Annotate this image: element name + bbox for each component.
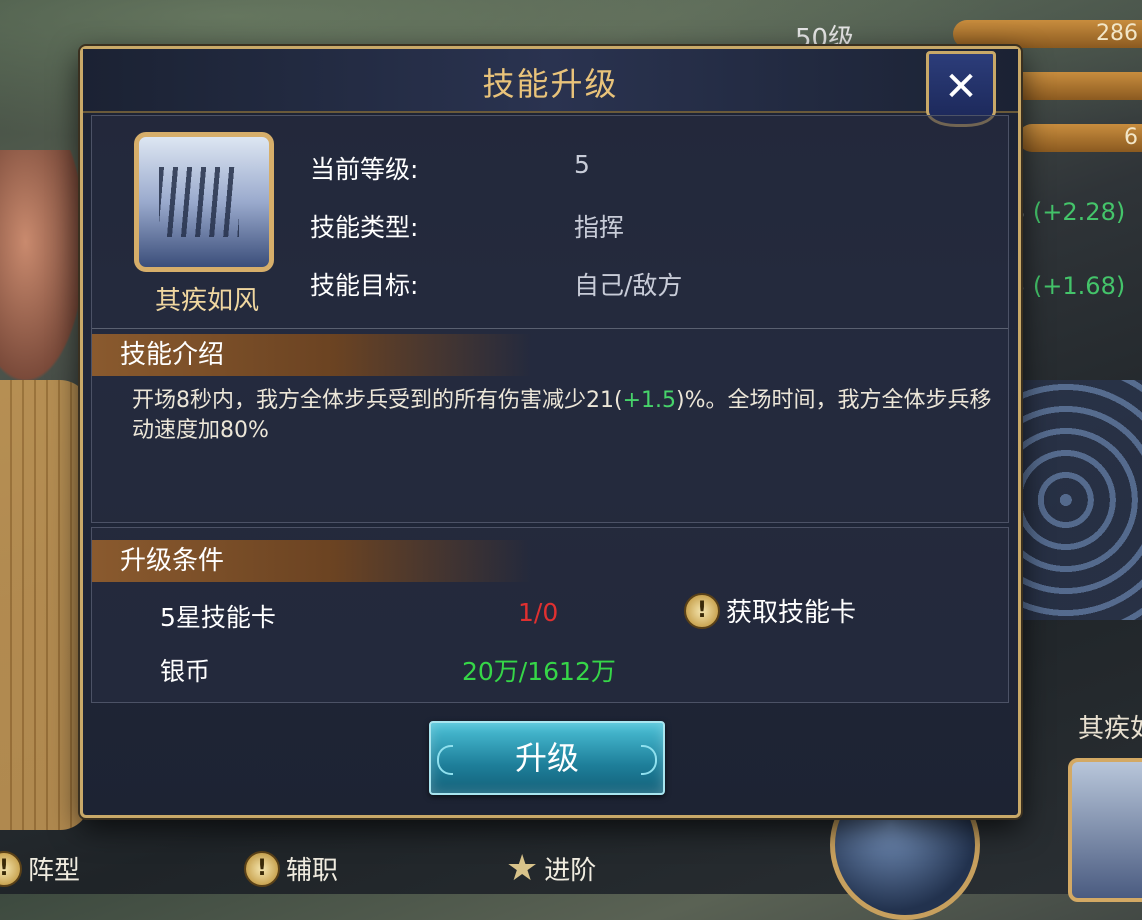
background-soldiers (1015, 380, 1142, 620)
nav-assist[interactable]: ! 辅职 (244, 850, 338, 887)
alert-icon: ! (244, 850, 280, 887)
nav-advance-label: 进阶 (544, 856, 597, 886)
stat-delta: (+2.28) (1032, 198, 1126, 226)
background-skill-card[interactable] (1068, 758, 1142, 902)
background-bamboo-scroll (0, 380, 90, 830)
background-stat-bar-3: 6 (1018, 124, 1142, 152)
background-character-hand (0, 150, 85, 380)
info-label-type: 技能类型: (310, 213, 419, 242)
background-skill-name: 其疾如 (1078, 714, 1142, 744)
alert-icon: ! (684, 592, 720, 629)
info-label-level: 当前等级: (310, 155, 419, 184)
upgrade-button-label: 升级 (514, 739, 579, 777)
skill-card-label: 5星技能卡 (160, 603, 276, 632)
button-ornament-left (437, 745, 453, 775)
button-ornament-right (641, 745, 657, 775)
dialog-title: 技能升级 (482, 65, 619, 103)
divider (92, 328, 1008, 329)
skill-card-count: 1/0 (518, 598, 559, 627)
info-value-type: 指挥 (574, 213, 625, 242)
description-text: 开场8秒内，我方全体步兵受到的所有伤害减少21( (132, 388, 623, 413)
background-stat-row: 3 (+2.28) (1010, 198, 1125, 226)
nav-formation[interactable]: ! 阵型 (0, 850, 80, 887)
stat-delta: (+1.68) (1032, 272, 1126, 300)
get-skill-card-link[interactable]: ! 获取技能卡 (684, 592, 856, 629)
silver-amount: 20万/1612万 (462, 657, 616, 686)
skill-info-panel: 其疾如风 当前等级: 5 技能类型: 指挥 技能目标: 自己/敌方 技能介绍 开… (91, 115, 1009, 523)
skill-description: 开场8秒内，我方全体步兵受到的所有伤害减少21(+1.5)%。全场时间，我方全体… (132, 386, 992, 446)
upgrade-button[interactable]: 升级 (429, 721, 665, 795)
skill-icon (134, 132, 274, 272)
close-icon: ✕ (944, 64, 978, 110)
bottom-nav: ! 阵型 ! 辅职 ★ 进阶 (0, 850, 700, 894)
info-value-level: 5 (574, 150, 590, 179)
info-value-target: 自己/敌方 (574, 271, 683, 300)
skill-name: 其疾如风 (154, 286, 259, 316)
star-icon: ★ (506, 847, 539, 889)
description-bonus: +1.5 (622, 388, 676, 413)
get-skill-card-label: 获取技能卡 (726, 598, 857, 628)
upgrade-conditions-panel: 升级条件 5星技能卡 1/0 ! 获取技能卡 银币 20万/1612万 (91, 527, 1009, 703)
background-stat-bar: 286 (953, 20, 1142, 48)
dialog-header: 技能升级 (83, 49, 1018, 113)
skill-upgrade-dialog: 技能升级 ✕ 其疾如风 当前等级: 5 技能类型: 指挥 技能目标: 自己/敌方… (80, 46, 1021, 818)
conditions-section-title: 升级条件 (92, 540, 532, 582)
silver-label: 银币 (160, 657, 211, 686)
nav-assist-label: 辅职 (286, 856, 339, 886)
background-stat-row: 5 (+1.68) (1010, 272, 1125, 300)
intro-section-title: 技能介绍 (92, 334, 532, 376)
nav-advance[interactable]: ★ 进阶 (506, 850, 596, 887)
info-label-target: 技能目标: (310, 271, 419, 300)
background-stat-bar-2 (1008, 72, 1142, 100)
nav-formation-label: 阵型 (28, 856, 81, 886)
alert-icon: ! (0, 850, 22, 887)
